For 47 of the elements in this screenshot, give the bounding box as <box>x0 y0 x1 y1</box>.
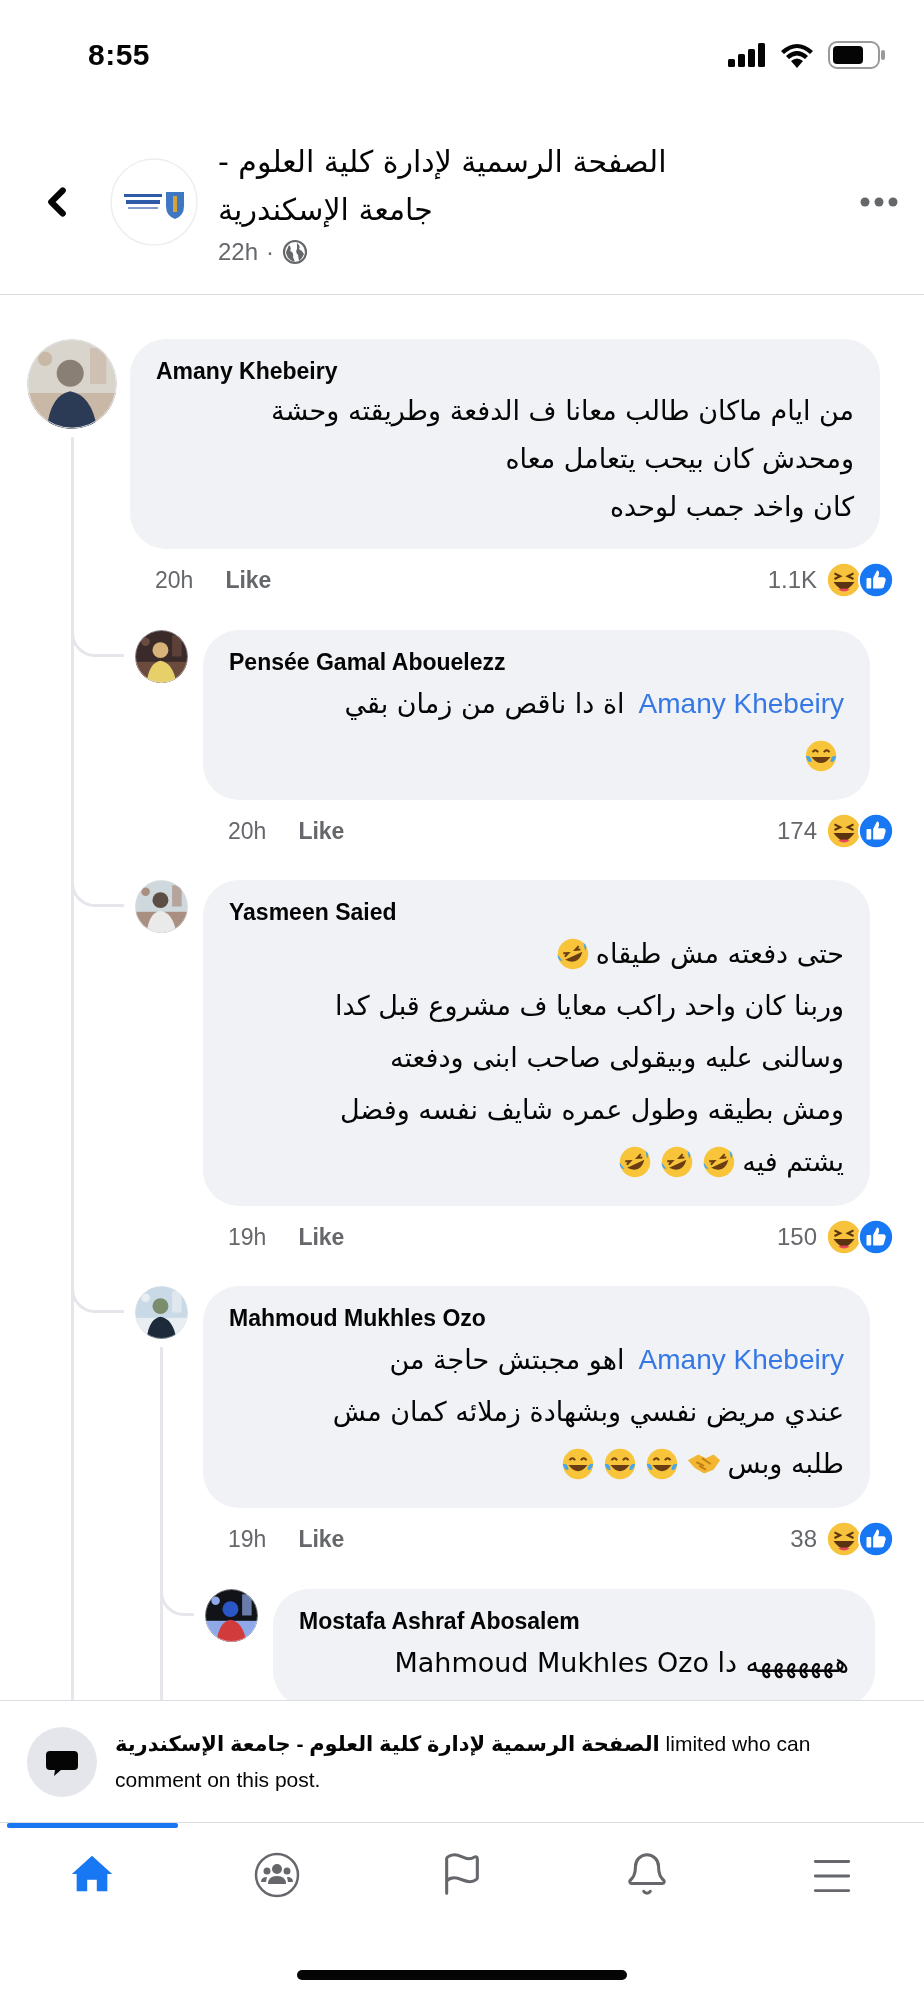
thumbs-up-icon <box>857 812 895 850</box>
reaction-count: 150 <box>776 1223 817 1251</box>
battery-icon <box>828 41 886 69</box>
speech-bubble-icon <box>27 1726 97 1797</box>
separator-dot: · <box>266 238 275 266</box>
comment-text: هههههههه دا Mahmoud Mukhles Ozo <box>394 1646 849 1681</box>
mention-link[interactable]: Amany Khebeiry <box>638 1334 844 1386</box>
reaction-count: 38 <box>790 1525 817 1553</box>
like-button[interactable]: Like <box>298 1525 345 1553</box>
comment-time: 20h <box>228 817 267 845</box>
post-time: 22h <box>218 238 259 266</box>
like-button[interactable]: Like <box>298 817 345 845</box>
page-title[interactable]: الصفحة الرسمية لإدارة كلية العلوم - جامعة الإسكندرية <box>218 138 667 234</box>
comment-text: من ايام ماكان طالب معانا ف الدفعة وطريقته وحشة <box>271 394 854 429</box>
comment-text: ومحدش كان بيحب يتعامل معاه <box>505 442 854 477</box>
comment-text: اة دا ناقص من زمان بقي <box>344 687 625 722</box>
reaction-count: 174 <box>776 817 817 845</box>
comment-time: 20h <box>155 566 194 594</box>
like-button[interactable]: Like <box>225 566 272 594</box>
author-name[interactable]: Amany Khebeiry <box>156 355 854 387</box>
thumbs-up-icon <box>857 561 895 599</box>
people-group-icon <box>253 1851 302 1899</box>
author-name[interactable]: Mostafa Ashraf Abosalem <box>299 1605 849 1637</box>
comment-text: وسالنى عليه وبيقولى صاحب ابنى ودفعته <box>389 1041 844 1076</box>
author-name[interactable]: Mahmoud Mukhles Ozo <box>229 1302 844 1334</box>
comment-text: اهو مجبتش حاجة من <box>389 1343 625 1378</box>
like-button[interactable]: Like <box>298 1223 345 1251</box>
comment-text: ومش بطيقه وطول عمره شايف نفسه وفضل <box>339 1093 844 1128</box>
globe-icon <box>282 239 309 265</box>
reaction-count: 1.1K <box>767 566 817 594</box>
author-name[interactable]: Pensée Gamal Abouelezz <box>229 646 844 678</box>
comment-text: يشتم فيه <box>742 1145 844 1180</box>
comment-text: كان واخد جمب لوحده <box>609 490 854 525</box>
thumbs-up-icon <box>857 1218 895 1256</box>
comment-text: حتى دفعته مش طيقاه <box>595 937 844 971</box>
mention-link[interactable]: Amany Khebeiry <box>638 678 844 730</box>
clock-time: 8:55 <box>88 38 151 72</box>
comment-text: طلبه وبس <box>727 1447 844 1482</box>
more-icon <box>860 197 898 207</box>
comment-time: 19h <box>228 1525 267 1553</box>
comment-text: عندي مريض نفسي وبشهادة زملائه كمان مش <box>332 1395 844 1430</box>
signal-icon <box>728 43 766 67</box>
comment-text: وربنا كان واحد راكب معايا ف مشروع قبل كدا <box>335 989 844 1024</box>
wifi-icon <box>780 42 814 68</box>
thumbs-up-icon <box>857 1520 895 1558</box>
comment-time: 19h <box>228 1223 267 1251</box>
author-name[interactable]: Yasmeen Saied <box>229 896 844 928</box>
